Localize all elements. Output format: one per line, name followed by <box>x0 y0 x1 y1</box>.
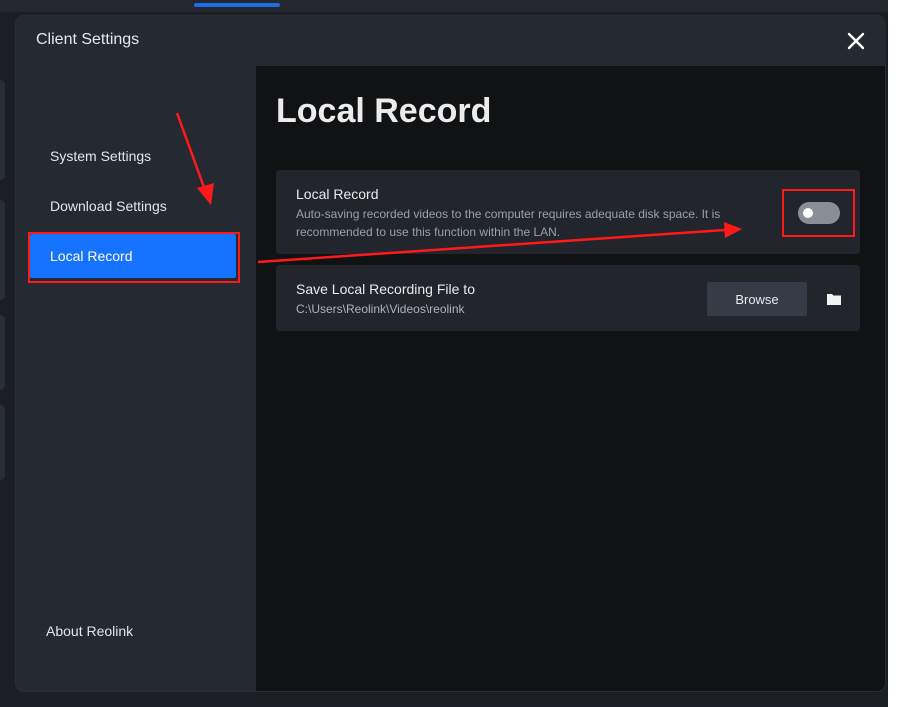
about-reolink-link[interactable]: About Reolink <box>46 623 133 639</box>
settings-sidebar: System Settings Download Settings Local … <box>16 66 256 691</box>
background-side-card <box>0 405 5 480</box>
browse-button[interactable]: Browse <box>707 282 807 316</box>
close-icon <box>847 32 865 50</box>
window-edge <box>888 0 901 707</box>
sidebar-item-download-settings[interactable]: Download Settings <box>30 184 236 228</box>
background-top-bar <box>0 0 888 12</box>
dialog-title: Client Settings <box>36 31 140 48</box>
local-record-card: Local Record Auto-saving recorded videos… <box>276 170 860 254</box>
save-path-card: Save Local Recording File to C:\Users\Re… <box>276 265 860 331</box>
settings-content: Local Record Local Record Auto-saving re… <box>256 66 885 691</box>
sidebar-item-system-settings[interactable]: System Settings <box>30 134 236 178</box>
local-record-label: Local Record <box>296 186 379 202</box>
toggle-knob <box>803 208 813 218</box>
sidebar-item-local-record[interactable]: Local Record <box>30 234 236 278</box>
dialog-header: Client Settings <box>16 16 885 66</box>
background-side-card <box>0 80 5 180</box>
folder-icon <box>827 294 841 305</box>
save-path-value: C:\Users\Reolink\Videos\reolink <box>296 302 465 316</box>
local-record-description: Auto-saving recorded videos to the compu… <box>296 207 721 239</box>
local-record-toggle[interactable] <box>798 202 840 224</box>
background-tab-indicator <box>194 3 280 7</box>
background-side-card <box>0 200 5 300</box>
page-title: Local Record <box>276 92 492 130</box>
open-folder-button[interactable] <box>826 291 842 307</box>
close-button[interactable] <box>843 28 869 54</box>
client-settings-dialog: Client Settings System Settings Download… <box>16 16 885 691</box>
save-path-label: Save Local Recording File to <box>296 281 475 297</box>
background-side-card <box>0 315 5 390</box>
